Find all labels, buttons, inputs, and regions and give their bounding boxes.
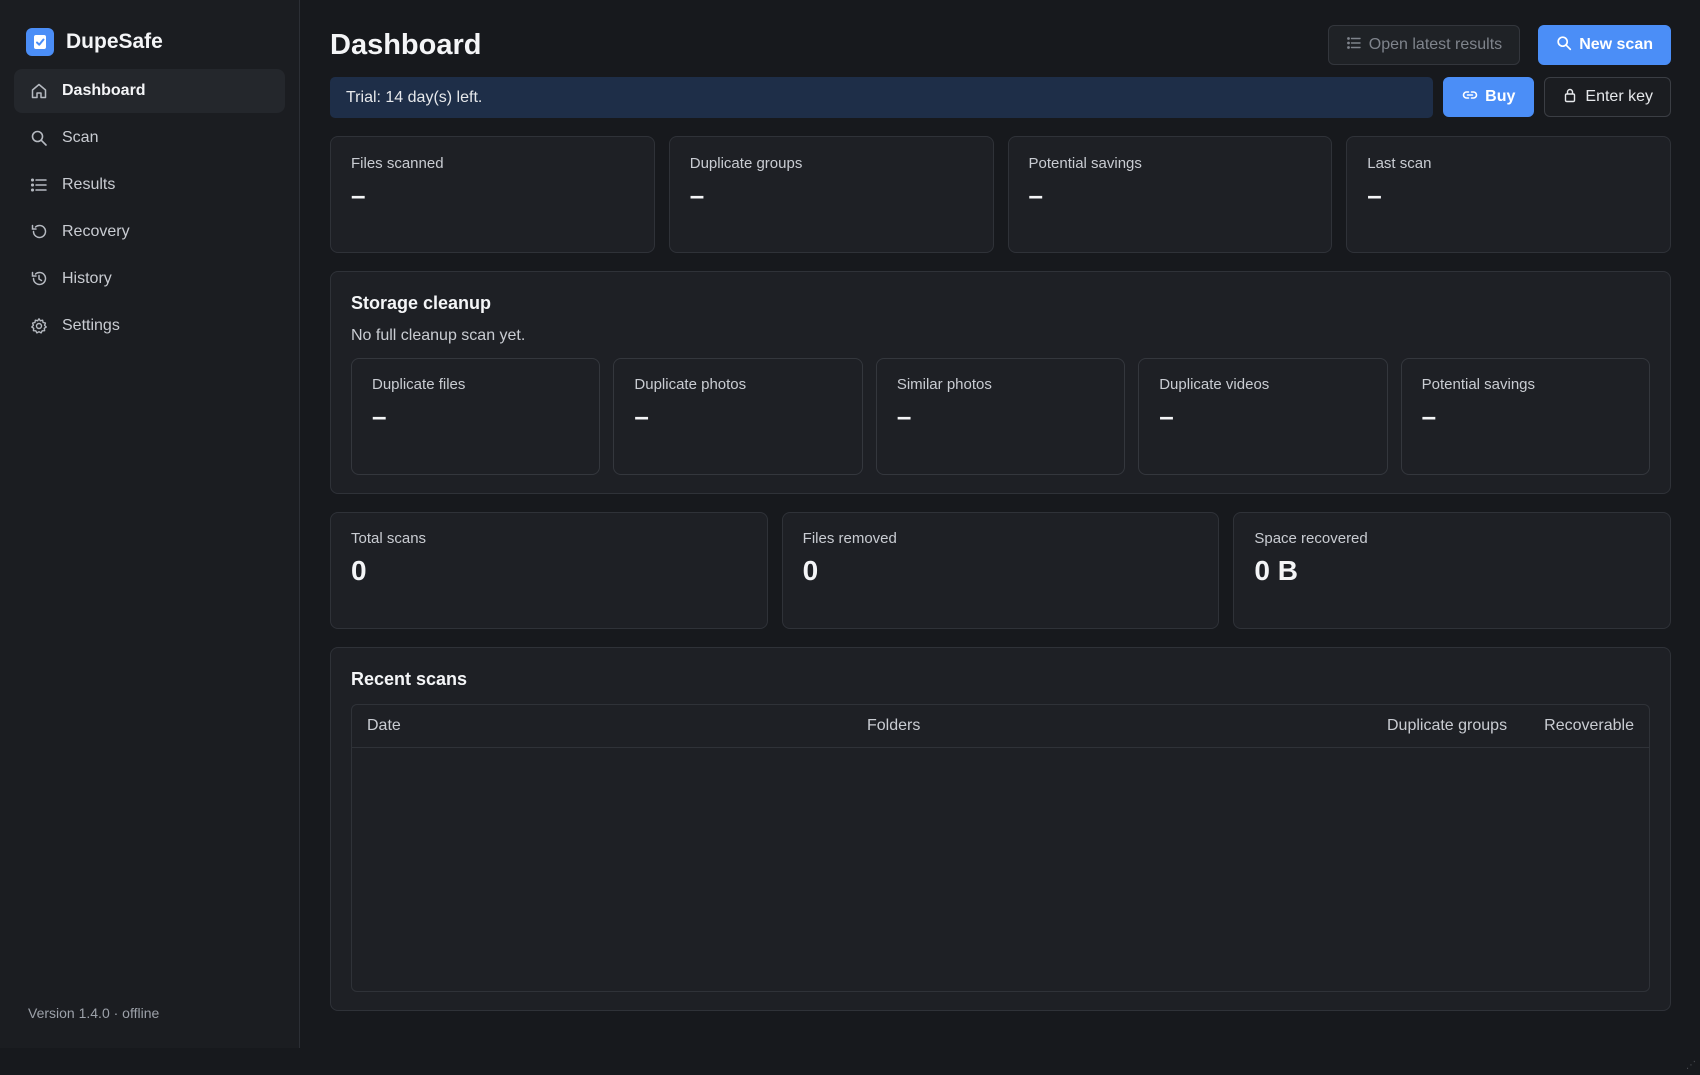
stat-value: –	[896, 401, 912, 431]
sidebar-item-label: Scan	[62, 129, 99, 146]
buy-label: Buy	[1485, 88, 1516, 105]
totals-row: Total scans 0 Files removed 0 Space reco…	[330, 512, 1672, 629]
stat-label: Duplicate files	[372, 376, 466, 393]
total-card-files-removed: Files removed 0	[781, 512, 1220, 629]
stat-value: –	[1028, 180, 1043, 210]
sidebar-item-label: Dashboard	[62, 82, 146, 99]
sidebar-item-recovery[interactable]: Recovery	[14, 210, 285, 254]
open-latest-results-button[interactable]: Open latest results	[1327, 25, 1521, 65]
cleanup-cards: Duplicate files – Duplicate photos – Sim…	[351, 358, 1651, 475]
stat-card-duplicate-groups: Duplicate groups –	[668, 136, 994, 253]
stat-label: Files removed	[802, 530, 897, 547]
search-icon	[30, 129, 48, 147]
stat-card-files-scanned: Files scanned –	[330, 136, 655, 253]
cleanup-card-duplicate-files: Duplicate files –	[351, 358, 601, 475]
stat-label: Duplicate videos	[1159, 376, 1270, 393]
column-header-date[interactable]: Date	[367, 717, 867, 735]
link-icon	[1462, 87, 1478, 108]
top-actions: Open latest results New scan	[1327, 25, 1671, 65]
stat-value: –	[1421, 401, 1437, 431]
list-icon	[1346, 35, 1362, 56]
recent-scans-table: Date Folders Duplicate groups Recoverabl…	[351, 704, 1650, 992]
topbar: Dashboard Open latest results New scan	[330, 24, 1671, 66]
resize-grip-icon[interactable]: ⋰	[1686, 1060, 1696, 1071]
sidebar-item-settings[interactable]: Settings	[14, 304, 285, 348]
stat-label: Last scan	[1367, 155, 1432, 172]
stat-value: –	[634, 401, 649, 431]
column-header-duplicate-groups[interactable]: Duplicate groups	[1387, 717, 1542, 735]
search-icon	[1556, 35, 1572, 56]
history-icon	[30, 270, 48, 288]
brand: DupeSafe	[14, 24, 285, 58]
stat-value: –	[372, 401, 387, 431]
table-header: Date Folders Duplicate groups Recoverabl…	[352, 705, 1649, 748]
enter-key-button[interactable]: Enter key	[1544, 77, 1671, 117]
list-icon	[30, 176, 48, 194]
new-scan-label: New scan	[1579, 36, 1653, 53]
storage-cleanup-section: Storage cleanup No full cleanup scan yet…	[330, 271, 1671, 494]
sidebar-item-scan[interactable]: Scan	[14, 116, 285, 160]
stat-value: 0	[802, 555, 819, 586]
cleanup-card-duplicate-photos: Duplicate photos –	[613, 358, 863, 475]
sidebar-item-label: Recovery	[62, 223, 130, 240]
stat-label: Potential savings	[1028, 155, 1142, 172]
app-logo-icon	[26, 28, 54, 56]
stat-label: Duplicate groups	[689, 155, 803, 172]
stat-card-potential-savings: Potential savings –	[1007, 136, 1333, 253]
open-latest-results-label: Open latest results	[1368, 36, 1503, 53]
gear-icon	[30, 317, 48, 335]
stat-label: Potential savings	[1421, 376, 1536, 393]
trial-row: Trial: 14 day(s) left. Buy Enter key	[330, 77, 1671, 118]
sidebar-item-results[interactable]: Results	[14, 163, 285, 207]
stat-value: –	[1159, 401, 1174, 431]
total-card-space-recovered: Space recovered 0 B	[1233, 512, 1672, 629]
sidebar: DupeSafe Dashboard Scan Results Recovery…	[0, 0, 300, 1048]
stat-label: Space recovered	[1254, 530, 1368, 547]
stat-value: –	[351, 180, 366, 210]
trial-banner: Trial: 14 day(s) left.	[330, 77, 1434, 118]
stat-value: 0 B	[1254, 555, 1298, 586]
enter-key-label: Enter key	[1585, 88, 1653, 105]
stat-card-last-scan: Last scan –	[1346, 136, 1671, 253]
new-scan-button[interactable]: New scan	[1538, 25, 1671, 65]
column-header-recoverable[interactable]: Recoverable	[1542, 717, 1634, 735]
sidebar-item-label: Settings	[62, 317, 120, 334]
undo-icon	[30, 223, 48, 241]
column-header-folders[interactable]: Folders	[867, 717, 1387, 735]
version-label: Version 1.4.0 · offline	[28, 1005, 160, 1021]
stat-value: 0	[351, 555, 367, 586]
sidebar-item-dashboard[interactable]: Dashboard	[14, 69, 285, 113]
section-subtitle: No full cleanup scan yet.	[351, 327, 526, 344]
stat-label: Similar photos	[896, 376, 992, 393]
page-title: Dashboard	[330, 28, 482, 61]
sidebar-nav: Dashboard Scan Results Recovery History …	[14, 69, 285, 348]
home-icon	[30, 82, 48, 100]
section-title: Recent scans	[351, 669, 468, 689]
total-card-total-scans: Total scans 0	[330, 512, 768, 629]
cleanup-card-duplicate-videos: Duplicate videos –	[1138, 358, 1388, 475]
stat-value: –	[689, 180, 705, 210]
lock-icon	[1562, 87, 1578, 108]
stat-label: Files scanned	[351, 155, 444, 172]
stat-label: Duplicate photos	[634, 376, 747, 393]
sidebar-item-label: History	[62, 270, 112, 287]
cleanup-card-similar-photos: Similar photos –	[875, 358, 1126, 475]
recent-scans-section: Recent scans Date Folders Duplicate grou…	[330, 647, 1671, 1011]
app-name: DupeSafe	[66, 30, 163, 53]
cleanup-card-potential-savings: Potential savings –	[1400, 358, 1651, 475]
section-title: Storage cleanup	[351, 293, 492, 313]
app-window: DupeSafe Dashboard Scan Results Recovery…	[0, 0, 1700, 1075]
buy-button[interactable]: Buy	[1443, 77, 1535, 117]
sidebar-item-label: Results	[62, 176, 116, 193]
stats-row: Files scanned – Duplicate groups – Poten…	[330, 136, 1671, 253]
sidebar-item-history[interactable]: History	[14, 257, 285, 301]
stat-label: Total scans	[351, 530, 427, 547]
stat-value: –	[1367, 180, 1382, 210]
main-content: Dashboard Open latest results New scan T…	[300, 0, 1700, 1075]
